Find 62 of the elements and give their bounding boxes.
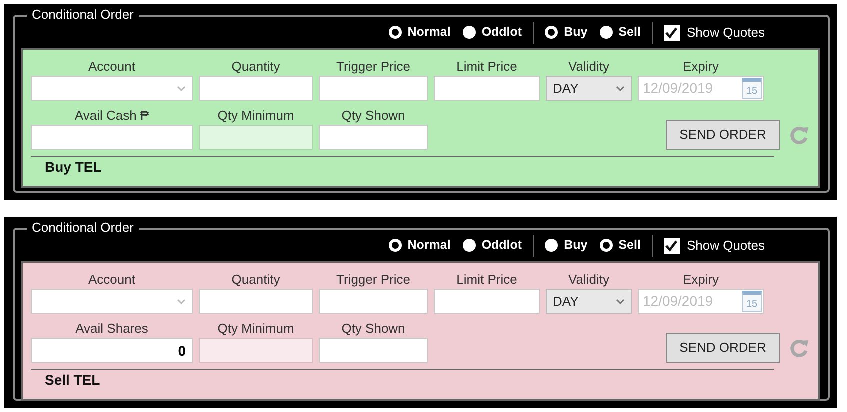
field-label: Qty Shown [340, 320, 406, 338]
radio-button[interactable] [388, 26, 402, 39]
radio-label[interactable]: Buy [564, 236, 588, 255]
dropdown[interactable] [31, 76, 193, 101]
field-label: Expiry [682, 58, 720, 76]
order-summary: Buy TEL [44, 158, 103, 177]
input-field[interactable] [319, 338, 428, 363]
input-field[interactable] [319, 289, 428, 314]
field-label: Validity [568, 58, 610, 76]
field-label: Trigger Price [336, 58, 412, 76]
chevron-icon [177, 86, 186, 92]
field-label: Limit Price [456, 271, 518, 289]
radio-label[interactable]: Normal [408, 23, 451, 42]
radio-button[interactable] [600, 239, 613, 252]
field-label: Avail Cash ₱ [74, 107, 150, 125]
refresh-icon[interactable] [789, 338, 810, 358]
show-quotes-checkbox[interactable]: Show Quotes [664, 22, 765, 42]
input-field[interactable] [434, 289, 540, 314]
input-field[interactable] [319, 76, 428, 101]
radio-button[interactable] [388, 239, 402, 252]
field-label: Avail Shares [74, 320, 150, 338]
radio-label[interactable]: Oddlot [482, 236, 522, 255]
field-label: Qty Minimum [216, 320, 296, 338]
send-order-button[interactable]: SEND ORDER [666, 120, 780, 150]
field-label: Qty Shown [340, 107, 406, 125]
send-order-button[interactable]: SEND ORDER [666, 333, 780, 363]
radio-label[interactable]: Sell [618, 236, 641, 255]
chevron-icon [177, 298, 186, 304]
dropdown[interactable]: DAY [546, 76, 632, 101]
field-label: Quantity [230, 58, 282, 76]
check-icon [665, 26, 678, 38]
field-label: Validity [568, 271, 610, 289]
field-label: Account [88, 58, 136, 76]
radio-label[interactable]: Normal [408, 236, 451, 255]
input-field[interactable] [199, 76, 313, 101]
refresh-icon[interactable] [789, 124, 810, 146]
input-field[interactable] [434, 76, 540, 101]
show-quotes-checkbox[interactable]: Show Quotes [664, 236, 765, 256]
check-icon [665, 240, 678, 252]
input-field[interactable] [319, 125, 428, 150]
field-label: Limit Price [456, 58, 518, 76]
input-field[interactable]: 0 [31, 338, 193, 363]
radio-label[interactable]: Sell [618, 23, 641, 42]
radio-button[interactable] [545, 239, 558, 252]
radio-label[interactable]: Buy [564, 23, 588, 42]
field-label: Qty Minimum [216, 107, 296, 125]
dropdown[interactable]: DAY [546, 289, 632, 314]
dropdown[interactable] [31, 289, 193, 314]
field-label: Trigger Price [336, 271, 412, 289]
input-field[interactable] [199, 289, 313, 314]
chevron-icon [616, 298, 625, 304]
radio-button[interactable] [600, 26, 613, 39]
radio-label[interactable]: Oddlot [482, 23, 522, 42]
radio-button[interactable] [462, 239, 476, 252]
input-field[interactable] [31, 125, 193, 150]
chevron-icon [616, 86, 625, 92]
field-label: Expiry [682, 271, 720, 289]
field-label: Account [88, 271, 136, 289]
field-label: Quantity [230, 271, 282, 289]
radio-button[interactable] [462, 26, 476, 39]
order-summary: Sell TEL [44, 371, 102, 390]
radio-button[interactable] [545, 26, 558, 39]
